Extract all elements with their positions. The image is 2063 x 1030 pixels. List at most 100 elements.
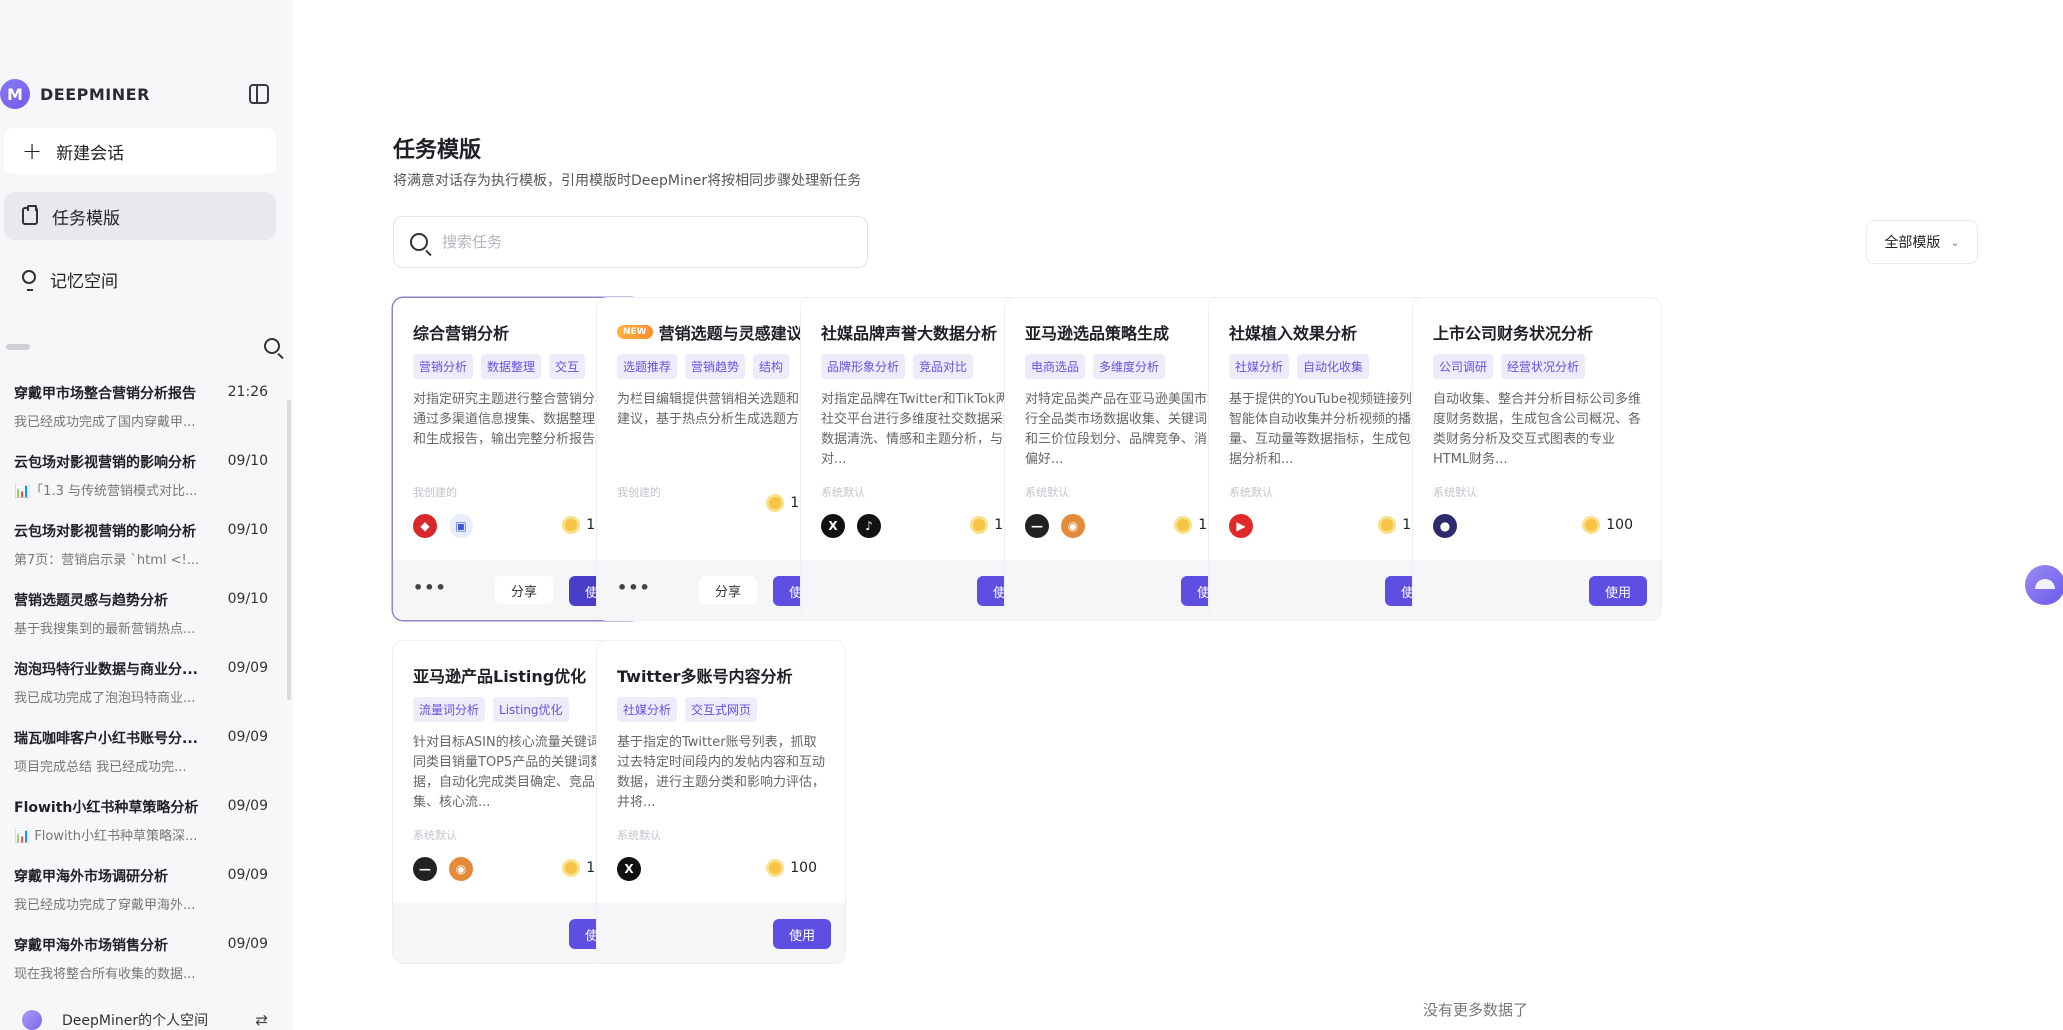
sidebar-item-label: 任务模版 <box>52 208 120 229</box>
search-box[interactable] <box>393 216 868 268</box>
history-date: 09/10 <box>227 453 268 469</box>
sidebar-item-memory-space[interactable]: 记忆空间 <box>4 255 276 303</box>
template-filter-dropdown[interactable]: 全部模版 ⌄ <box>1866 220 1978 264</box>
history-item[interactable]: 营销选题灵感与趋势分析 09/10 基于我搜集到的最新营销热点... <box>14 590 276 659</box>
x-icon: X <box>617 857 641 881</box>
share-button[interactable]: 分享 <box>495 576 553 604</box>
history-snippet: 我已经成功完成了穿戴甲海外... <box>14 898 196 913</box>
card-footer: 使用 <box>1413 560 1661 620</box>
card-title-text: 上市公司财务状况分析 <box>1433 324 1594 343</box>
use-button[interactable]: 使用 <box>773 919 831 949</box>
history-search-icon[interactable] <box>264 338 280 354</box>
card-title-text: 营销选题与灵感建议 <box>658 324 803 343</box>
history-date: 09/09 <box>227 936 268 952</box>
tag: 社媒分析 <box>617 697 678 722</box>
chevron-down-icon: ⌄ <box>1950 235 1960 249</box>
plus-icon: + <box>22 137 43 165</box>
history-snippet: 📊 Flowith小红书种草策略深... <box>14 829 198 844</box>
history-title: 云包场对影视营销的影响分析 <box>14 524 196 540</box>
coin-icon <box>766 494 785 512</box>
sidebar-collapse-icon[interactable] <box>249 84 269 104</box>
history-item[interactable]: 穿戴甲海外市场销售分析 09/09 现在我将整合所有收集的数据... <box>14 935 276 1004</box>
amazon-icon: — <box>413 857 437 881</box>
history-snippet: 我已成功完成了泡泡玛特商业... <box>14 691 196 706</box>
tag: 社媒分析 <box>1229 354 1290 379</box>
card-title-text: 社媒品牌声誉大数据分析 <box>821 324 998 343</box>
template-card[interactable]: 上市公司财务状况分析 公司调研 经营状况分析 自动收集、整合并分析目标公司多维度财务数… <box>1413 298 1661 620</box>
history-item[interactable]: 瑞瓦咖啡客户小红书账号分... 09/09 项目完成总结 我已经成功完... <box>14 728 276 797</box>
card-title: 亚马逊选品策略生成 <box>1025 320 1169 344</box>
history-title: 穿戴甲海外市场销售分析 <box>14 938 168 954</box>
card-title-text: 亚马逊选品策略生成 <box>1025 324 1170 343</box>
new-chat-label: 新建会话 <box>56 143 125 164</box>
card-cost: 100 <box>766 859 817 877</box>
card-tags: 公司调研 经营状况分析 <box>1433 354 1655 380</box>
history-item[interactable]: 穿戴甲市场整合营销分析报告 21:26 我已经成功完成了国内穿戴甲... <box>14 383 276 452</box>
coin-icon <box>1174 516 1193 534</box>
more-options-icon[interactable]: ••• <box>617 578 651 597</box>
no-more-data: 没有更多数据了 <box>1423 1001 1529 1019</box>
sidebar-scrollbar[interactable] <box>287 400 291 700</box>
tag: 电商选品 <box>1025 354 1086 379</box>
floating-assistant-icon[interactable] <box>2025 565 2063 605</box>
platform-icons: — ◉ <box>1025 514 1097 538</box>
share-button[interactable]: 分享 <box>699 576 757 604</box>
new-badge: NEW <box>617 325 653 339</box>
history-item[interactable]: 泡泡玛特行业数据与商业分... 09/09 我已成功完成了泡泡玛特商业... <box>14 659 276 728</box>
history-date: 09/10 <box>227 591 268 607</box>
card-creator: 我创建的 <box>413 486 457 499</box>
platform-icons: X ♪ <box>821 514 893 538</box>
history-item[interactable]: Flowith小红书种草策略分析 09/09 📊 Flowith小红书种草策略深..… <box>14 797 276 866</box>
blue-square-icon: ▣ <box>449 514 473 538</box>
tag: 公司调研 <box>1433 354 1494 379</box>
coin-icon <box>562 859 581 877</box>
tag: 数据整理 <box>481 354 542 379</box>
history-date: 09/10 <box>227 522 268 538</box>
x-icon: X <box>821 514 845 538</box>
tag: 经营状况分析 <box>1501 354 1586 379</box>
brand-name: DEEPMINER <box>40 84 150 104</box>
tag: 营销分析 <box>413 354 474 379</box>
tag: 选题推荐 <box>617 354 678 379</box>
card-description: 基于指定的Twitter账号列表，抓取过去特定时间段内的发帖内容和互动数据，进行… <box>617 735 826 810</box>
switch-icon[interactable]: ⇄ <box>255 1011 268 1029</box>
card-description: 基于提供的YouTube视频链接列表，智能体自动收集并分析视频的播放量、互动量等… <box>1229 392 1438 467</box>
history-date: 09/09 <box>227 798 268 814</box>
history-date: 21:26 <box>227 384 268 400</box>
card-title: Twitter多账号内容分析 <box>617 663 792 687</box>
history-header <box>0 338 280 358</box>
search-input[interactable] <box>442 233 842 251</box>
history-item[interactable]: 云包场对影视营销的影响分析 09/10 📊「1.3 与传统营销模式对比... <box>14 452 276 521</box>
finance-site-icon: ● <box>1433 514 1457 538</box>
sidebar-item-task-templates[interactable]: 任务模版 <box>4 192 276 240</box>
card-title: 亚马逊产品Listing优化 <box>413 663 586 687</box>
tag: 竞品对比 <box>913 354 974 379</box>
history-item[interactable]: 穿戴甲海外市场调研分析 09/09 我已经成功完成了穿戴甲海外... <box>14 866 276 935</box>
history-item[interactable]: 云包场对影视营销的影响分析 09/10 第7页：营销启示录 `html <!... <box>14 521 276 590</box>
card-creator: 系统默认 <box>821 486 865 499</box>
use-button[interactable]: 使用 <box>1589 576 1647 606</box>
personal-space-switcher[interactable]: DeepMiner的个人空间 ⇄ <box>22 1008 272 1030</box>
coin-icon <box>766 859 785 877</box>
history-date: 09/09 <box>227 867 268 883</box>
page-subtitle: 将满意对话存为执行模板，引用模版时DeepMiner将按相同步骤处理新任务 <box>393 173 862 189</box>
tag: 结构 <box>753 354 790 379</box>
card-creator: 系统默认 <box>1433 486 1477 499</box>
more-options-icon[interactable]: ••• <box>413 578 447 597</box>
card-creator: 系统默认 <box>1229 486 1273 499</box>
history-snippet: 基于我搜集到的最新营销热点... <box>14 622 196 637</box>
history-title: Flowith小红书种草策略分析 <box>14 800 199 816</box>
card-title: 社媒品牌声誉大数据分析 <box>821 320 997 344</box>
history-snippet: 现在我将整合所有收集的数据... <box>14 967 196 982</box>
history-title: 瑞瓦咖啡客户小红书账号分... <box>14 731 198 747</box>
template-card[interactable]: Twitter多账号内容分析社媒分析 交互式网页基于指定的Twitter账号列表，… <box>597 641 845 963</box>
new-chat-button[interactable]: + 新建会话 <box>4 128 276 174</box>
card-title: 社媒植入效果分析 <box>1229 320 1357 344</box>
card-tags: 社媒分析 交互式网页 <box>617 697 839 723</box>
history-title: 穿戴甲海外市场调研分析 <box>14 869 168 885</box>
search-icon <box>410 233 428 251</box>
platform-icons: ▶ <box>1229 514 1265 538</box>
orange-brand-icon: ◉ <box>1061 514 1085 538</box>
tag: 多维度分析 <box>1093 354 1166 379</box>
clipboard-icon <box>22 205 38 225</box>
